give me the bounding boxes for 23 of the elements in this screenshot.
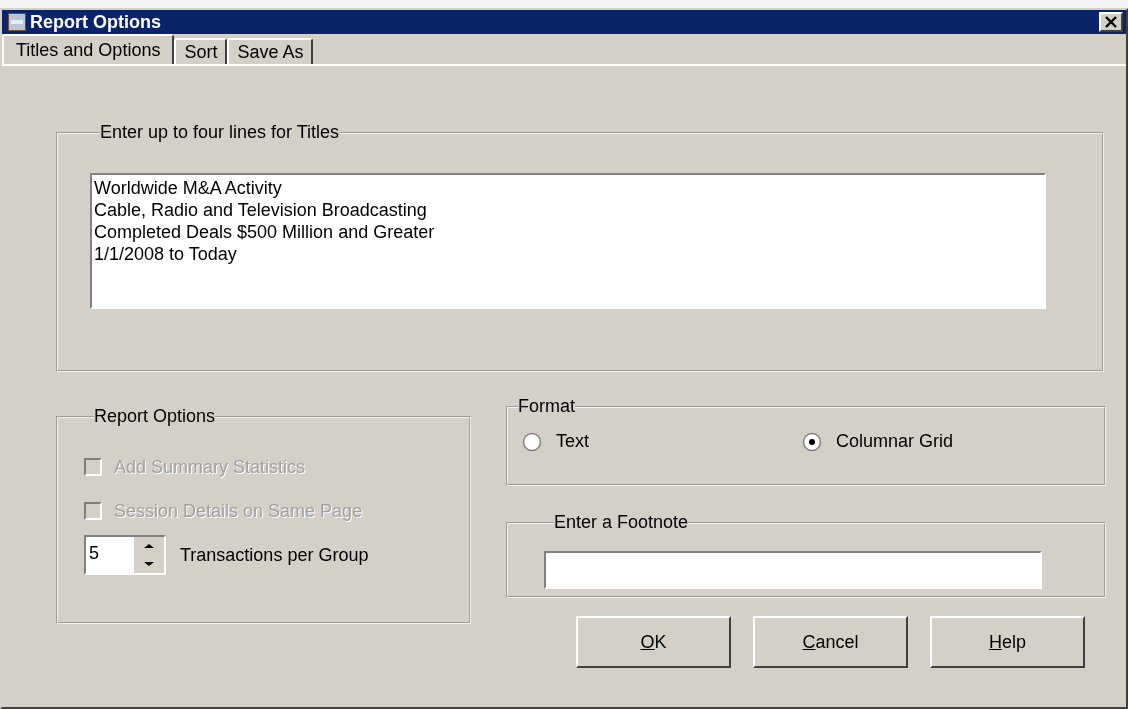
close-icon[interactable] (1104, 16, 1118, 28)
spin-arrows-icon[interactable] (133, 537, 164, 573)
tab[interactable]: Sort (174, 38, 228, 64)
titles-field[interactable]: Worldwide M&A Activity Cable, Radio and Television Broadcasting Completed Deals $500 Million and Greater 1/1/2008 to Today (90, 173, 1046, 309)
group-label: Format (518, 396, 575, 417)
radio-label: Text (556, 431, 589, 452)
tab[interactable]: Save As (227, 38, 314, 64)
group-label: Report Options (94, 406, 216, 427)
group-label: Enter up to four lines for Titles (100, 122, 340, 143)
radio-label: Columnar Grid (836, 431, 954, 452)
window-title: Report Options (30, 11, 162, 33)
dialog-button[interactable]: Cancel (753, 616, 908, 668)
dialog-button[interactable]: OK (576, 616, 731, 668)
spinner-field[interactable]: 5 (84, 535, 166, 575)
group-label: Enter a Footnote (554, 512, 689, 533)
footnote-field[interactable] (544, 551, 1042, 589)
radio-button[interactable] (802, 431, 822, 452)
tab[interactable]: Titles and Options (2, 34, 175, 64)
radio-button[interactable] (522, 431, 542, 452)
spinner-label: Transactions per Group (180, 544, 369, 566)
dialog-button[interactable]: Help (930, 616, 1085, 668)
app-icon (8, 13, 26, 31)
close-button[interactable] (1099, 12, 1123, 32)
